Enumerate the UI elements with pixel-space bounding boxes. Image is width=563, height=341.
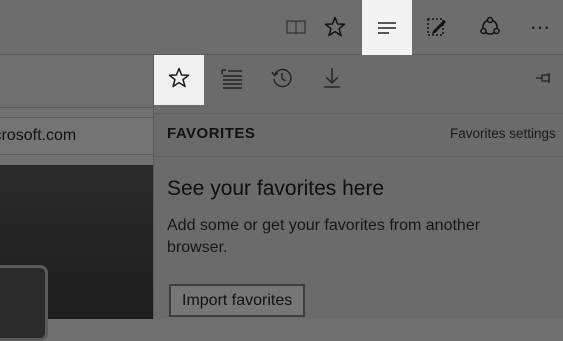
tab-downloads[interactable] (307, 55, 357, 105)
address-bar[interactable]: icrosoft.com (0, 117, 153, 155)
hub-panel: FAVORITES Favorites settings See your fa… (153, 55, 563, 319)
tab-history[interactable] (257, 55, 307, 105)
page-tab-strip (0, 55, 153, 108)
monitor-graphic (0, 265, 48, 341)
favorites-header: FAVORITES Favorites settings (154, 113, 563, 157)
share-icon (478, 15, 502, 39)
webpage-area: icrosoft.com (0, 55, 153, 341)
hub-tab-bar (154, 55, 563, 105)
browser-toolbar: ⋯ (0, 0, 563, 55)
download-arrow-icon (322, 66, 342, 95)
hub-icon (376, 19, 398, 37)
favorites-settings-link[interactable]: Favorites settings (450, 126, 556, 141)
star-icon (167, 66, 191, 95)
import-favorites-button[interactable]: Import favorites (169, 284, 306, 317)
tab-favorites[interactable] (154, 55, 204, 105)
address-text: icrosoft.com (0, 127, 77, 144)
more-icon: ⋯ (530, 16, 551, 39)
reading-view-icon (285, 18, 307, 36)
empty-state-description: Add some or get your favorites from anot… (167, 217, 481, 256)
hub-button[interactable] (362, 0, 412, 55)
add-favorite-button[interactable] (311, 0, 359, 54)
more-button[interactable]: ⋯ (518, 0, 563, 54)
tab-reading-list[interactable] (207, 55, 257, 105)
favorite-star-icon (323, 15, 347, 39)
share-button[interactable] (466, 0, 514, 54)
pin-hub-button[interactable] (534, 69, 556, 91)
history-icon (270, 66, 294, 95)
pin-icon (535, 71, 555, 90)
reading-list-icon (220, 67, 244, 94)
web-note-icon (425, 15, 449, 39)
page-hero-image (0, 165, 153, 341)
empty-state-heading: See your favorites here (167, 177, 385, 200)
panel-title: FAVORITES (167, 125, 256, 142)
web-note-button[interactable] (413, 0, 461, 54)
